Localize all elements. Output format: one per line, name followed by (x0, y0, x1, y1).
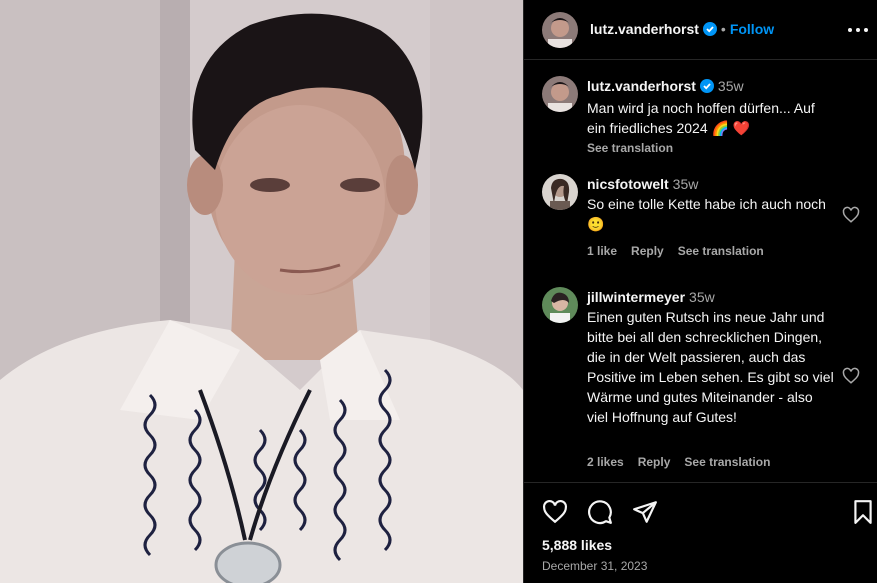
comment-time[interactable]: 35w (689, 289, 715, 305)
header-username[interactable]: lutz.vanderhorst (590, 21, 699, 37)
avatar[interactable] (542, 76, 578, 112)
post-photo[interactable] (0, 0, 523, 583)
comment-text: Einen guten Rutsch ins neue Jahr und bit… (587, 309, 834, 425)
post-likes-count[interactable]: 5,888 likes (542, 537, 612, 553)
comment-username[interactable]: jillwintermeyer (587, 289, 685, 305)
see-translation-button[interactable]: See translation (678, 244, 764, 258)
caption-username[interactable]: lutz.vanderhorst (587, 78, 696, 94)
save-bookmark-icon[interactable] (850, 499, 876, 525)
avatar[interactable] (542, 174, 578, 210)
caption-see-translation[interactable]: See translation (587, 138, 837, 158)
comment-like-heart-icon[interactable] (842, 206, 860, 224)
comment-text: So eine tolle Kette habe ich auch noch 🙂 (587, 196, 826, 232)
post-caption: lutz.vanderhorst 35w Man wird ja noch hof… (524, 74, 877, 155)
comment-username[interactable]: nicsfotowelt (587, 176, 669, 192)
share-icon[interactable] (632, 499, 658, 525)
avatar[interactable] (542, 287, 578, 323)
verified-badge-icon (699, 78, 714, 98)
portrait-illustration (0, 0, 523, 583)
heart-icon[interactable] (542, 499, 568, 525)
post-date: December 31, 2023 (542, 559, 648, 573)
follow-button[interactable]: Follow (730, 21, 774, 37)
comment-icon[interactable] (587, 499, 613, 525)
comment-like-heart-icon[interactable] (842, 367, 860, 385)
separator-dot: • (720, 21, 726, 37)
comment-likes-count[interactable]: 1 like (587, 244, 617, 258)
avatar[interactable] (542, 12, 578, 48)
see-translation-button[interactable]: See translation (684, 455, 770, 469)
post-actions: 5,888 likes December 31, 2023 (524, 482, 877, 583)
post-header: lutz.vanderhorst • Follow (524, 0, 877, 60)
verified-badge-icon (702, 22, 717, 41)
caption-time[interactable]: 35w (718, 78, 744, 94)
caption-text: Man wird ja noch hoffen dürfen... Auf ei… (587, 100, 815, 136)
comment-likes-count[interactable]: 2 likes (587, 455, 624, 469)
reply-button[interactable]: Reply (631, 244, 664, 258)
comment-time[interactable]: 35w (673, 176, 699, 192)
list-item: nicsfotowelt 35w So eine tolle Kette habe… (524, 172, 877, 267)
list-item: jillwintermeyer 35w Einen guten Rutsch in… (524, 285, 877, 475)
reply-button[interactable]: Reply (638, 455, 671, 469)
more-options-icon[interactable] (844, 18, 872, 42)
post-side-panel: lutz.vanderhorst • Follow lutz.vanderhorst… (523, 0, 877, 583)
